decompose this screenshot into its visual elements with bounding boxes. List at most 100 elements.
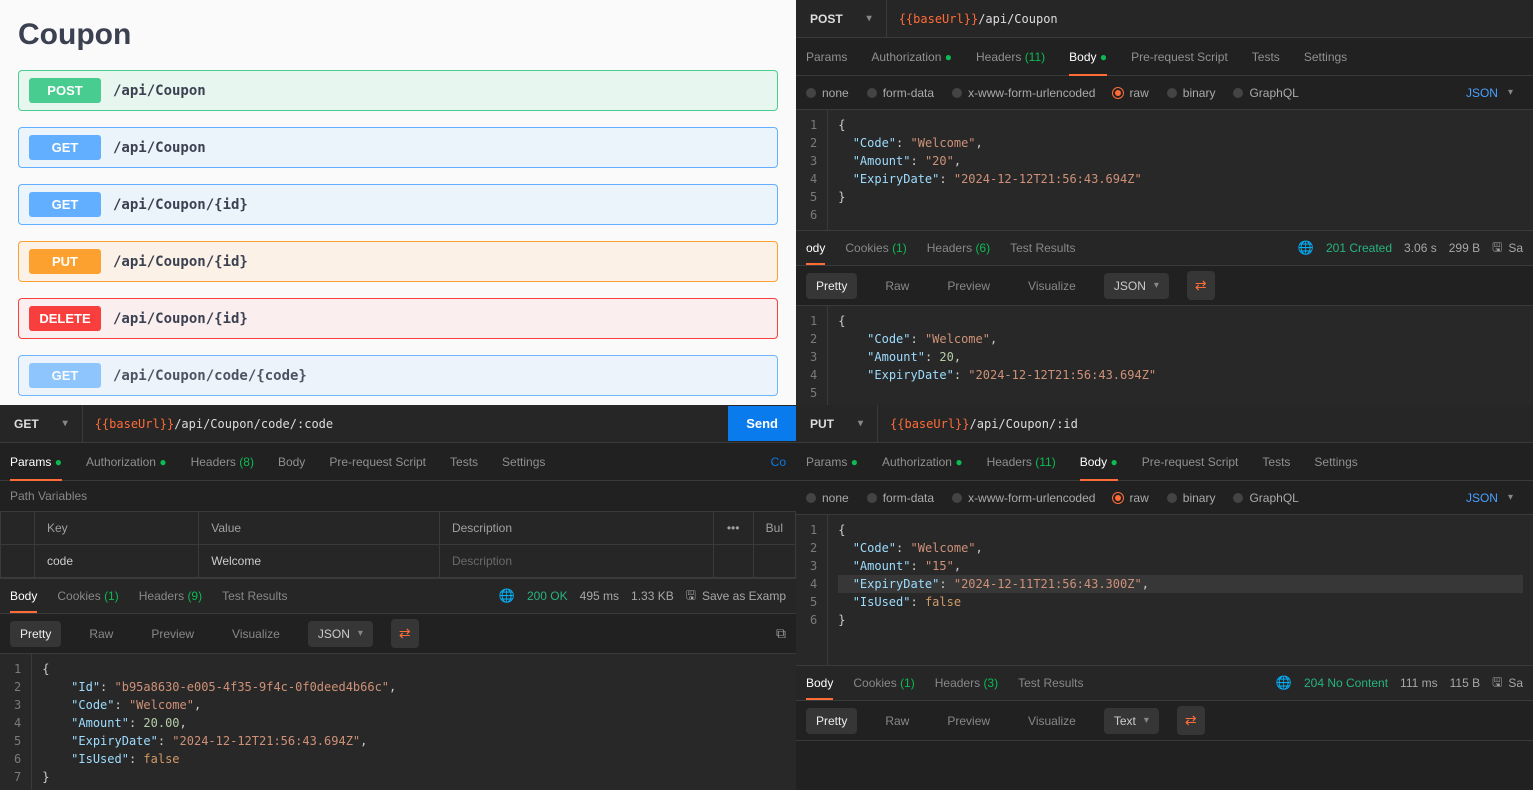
bulk-edit-link[interactable]: Bul (753, 512, 795, 545)
endpoint-row[interactable]: PUT/api/Coupon/{id} (18, 241, 778, 282)
resp-tab-body[interactable]: Body (806, 667, 833, 699)
tab-params[interactable]: Params ● (806, 444, 858, 480)
tab-params[interactable]: Params ● (10, 444, 62, 480)
format-select[interactable]: JSON▾ (308, 621, 373, 647)
radio-binary[interactable]: binary (1167, 86, 1216, 100)
resp-tab-cookies[interactable]: Cookies (1) (57, 580, 118, 612)
table-row[interactable]: code Welcome Description (1, 545, 796, 578)
view-visualize[interactable]: Visualize (222, 621, 290, 647)
url-input[interactable]: {{baseUrl}}/api/Coupon/code/:code (83, 417, 729, 431)
view-pretty[interactable]: Pretty (806, 273, 857, 299)
radio-xwww[interactable]: x-www-form-urlencoded (952, 491, 1095, 505)
format-select[interactable]: JSON▾ (1104, 273, 1169, 299)
chevron-down-icon: ▾ (1508, 492, 1513, 503)
tab-body[interactable]: Body ● (1069, 39, 1107, 75)
chevron-down-icon: ▾ (867, 13, 872, 24)
save-button[interactable]: 🖫Sa (1492, 673, 1523, 694)
method-select[interactable]: PUT▾ (796, 405, 878, 442)
copy-icon[interactable]: ⧉ (776, 625, 786, 642)
tab-authorization[interactable]: Authorization ● (871, 39, 952, 75)
resp-tab-body[interactable]: Body (10, 580, 37, 612)
view-raw[interactable]: Raw (875, 708, 919, 734)
view-visualize[interactable]: Visualize (1018, 273, 1086, 299)
tab-body[interactable]: Body (278, 444, 305, 480)
resp-tab-tests[interactable]: Test Results (1010, 232, 1075, 264)
radio-none[interactable]: none (806, 86, 849, 100)
endpoint-row[interactable]: GET/api/Coupon/code/{code} (18, 355, 778, 396)
tab-tests[interactable]: Tests (450, 444, 478, 480)
radio-none[interactable]: none (806, 491, 849, 505)
resp-tab-headers[interactable]: Headers (3) (935, 667, 998, 699)
endpoint-path: /api/Coupon (113, 83, 206, 99)
radio-form-data[interactable]: form-data (867, 491, 934, 505)
method-select[interactable]: GET▾ (0, 405, 83, 442)
tab-settings[interactable]: Settings (1314, 444, 1357, 480)
status-badge: 200 OK (527, 589, 568, 603)
tab-prerequest[interactable]: Pre-request Script (1142, 444, 1239, 480)
view-raw[interactable]: Raw (79, 621, 123, 647)
tab-headers[interactable]: Headers (8) (191, 444, 254, 480)
wrap-icon[interactable]: ⇄ (391, 619, 419, 648)
resp-tab-body[interactable]: ody (806, 232, 825, 264)
tab-params[interactable]: Params (806, 39, 847, 75)
tab-settings[interactable]: Settings (502, 444, 545, 480)
tab-tests[interactable]: Tests (1262, 444, 1290, 480)
view-preview[interactable]: Preview (141, 621, 204, 647)
resp-tab-cookies[interactable]: Cookies (1) (845, 232, 906, 264)
view-raw[interactable]: Raw (875, 273, 919, 299)
tab-authorization[interactable]: Authorization ● (882, 444, 963, 480)
tab-prerequest[interactable]: Pre-request Script (329, 444, 426, 480)
body-format-select[interactable]: JSON▾ (1466, 491, 1523, 505)
view-preview[interactable]: Preview (937, 708, 1000, 734)
url-input[interactable]: {{baseUrl}}/api/Coupon (887, 12, 1533, 26)
save-icon: 🖫 (686, 586, 696, 607)
status-badge: 201 Created (1326, 241, 1392, 255)
method-badge: PUT (29, 249, 101, 274)
tab-headers[interactable]: Headers (11) (987, 444, 1056, 480)
method-select[interactable]: POST▾ (796, 0, 887, 37)
view-visualize[interactable]: Visualize (1018, 708, 1086, 734)
tab-settings[interactable]: Settings (1304, 39, 1347, 75)
radio-raw[interactable]: raw (1113, 86, 1148, 100)
resp-tab-tests[interactable]: Test Results (1018, 667, 1083, 699)
endpoint-row[interactable]: GET/api/Coupon/{id} (18, 184, 778, 225)
resp-tab-tests[interactable]: Test Results (222, 580, 287, 612)
endpoint-row[interactable]: DELETE/api/Coupon/{id} (18, 298, 778, 339)
radio-graphql[interactable]: GraphQL (1233, 491, 1298, 505)
save-button[interactable]: 🖫Save as Examp (686, 586, 786, 607)
format-select[interactable]: Text▾ (1104, 708, 1159, 734)
view-pretty[interactable]: Pretty (10, 621, 61, 647)
network-icon[interactable]: 🌐 (499, 588, 515, 604)
tab-tests[interactable]: Tests (1252, 39, 1280, 75)
send-button[interactable]: Send (728, 406, 796, 441)
network-icon[interactable]: 🌐 (1298, 240, 1314, 256)
radio-form-data[interactable]: form-data (867, 86, 934, 100)
radio-xwww[interactable]: x-www-form-urlencoded (952, 86, 1095, 100)
body-format-select[interactable]: JSON▾ (1466, 86, 1523, 100)
method-badge: POST (29, 78, 101, 103)
more-icon[interactable]: ••• (713, 512, 753, 545)
radio-graphql[interactable]: GraphQL (1233, 86, 1298, 100)
resp-tab-headers[interactable]: Headers (6) (927, 232, 990, 264)
resp-tab-cookies[interactable]: Cookies (1) (853, 667, 914, 699)
cookies-link[interactable]: Co (771, 455, 786, 469)
wrap-icon[interactable]: ⇄ (1177, 706, 1205, 735)
tab-headers[interactable]: Headers (11) (976, 39, 1045, 75)
tab-authorization[interactable]: Authorization ● (86, 444, 167, 480)
status-badge: 204 No Content (1304, 676, 1388, 690)
radio-raw[interactable]: raw (1113, 491, 1148, 505)
view-preview[interactable]: Preview (937, 273, 1000, 299)
save-button[interactable]: 🖫Sa (1492, 238, 1523, 259)
tab-body[interactable]: Body ● (1080, 444, 1118, 480)
request-body-editor[interactable]: 123456 { "Code": "Welcome", "Amount": "2… (796, 110, 1533, 230)
network-icon[interactable]: 🌐 (1276, 675, 1292, 691)
endpoint-row[interactable]: GET/api/Coupon (18, 127, 778, 168)
endpoint-row[interactable]: POST/api/Coupon (18, 70, 778, 111)
resp-tab-headers[interactable]: Headers (9) (139, 580, 202, 612)
url-input[interactable]: {{baseUrl}}/api/Coupon/:id (878, 417, 1533, 431)
wrap-icon[interactable]: ⇄ (1187, 271, 1215, 300)
tab-prerequest[interactable]: Pre-request Script (1131, 39, 1228, 75)
radio-binary[interactable]: binary (1167, 491, 1216, 505)
request-body-editor[interactable]: 123456 { "Code": "Welcome", "Amount": "1… (796, 515, 1533, 665)
view-pretty[interactable]: Pretty (806, 708, 857, 734)
